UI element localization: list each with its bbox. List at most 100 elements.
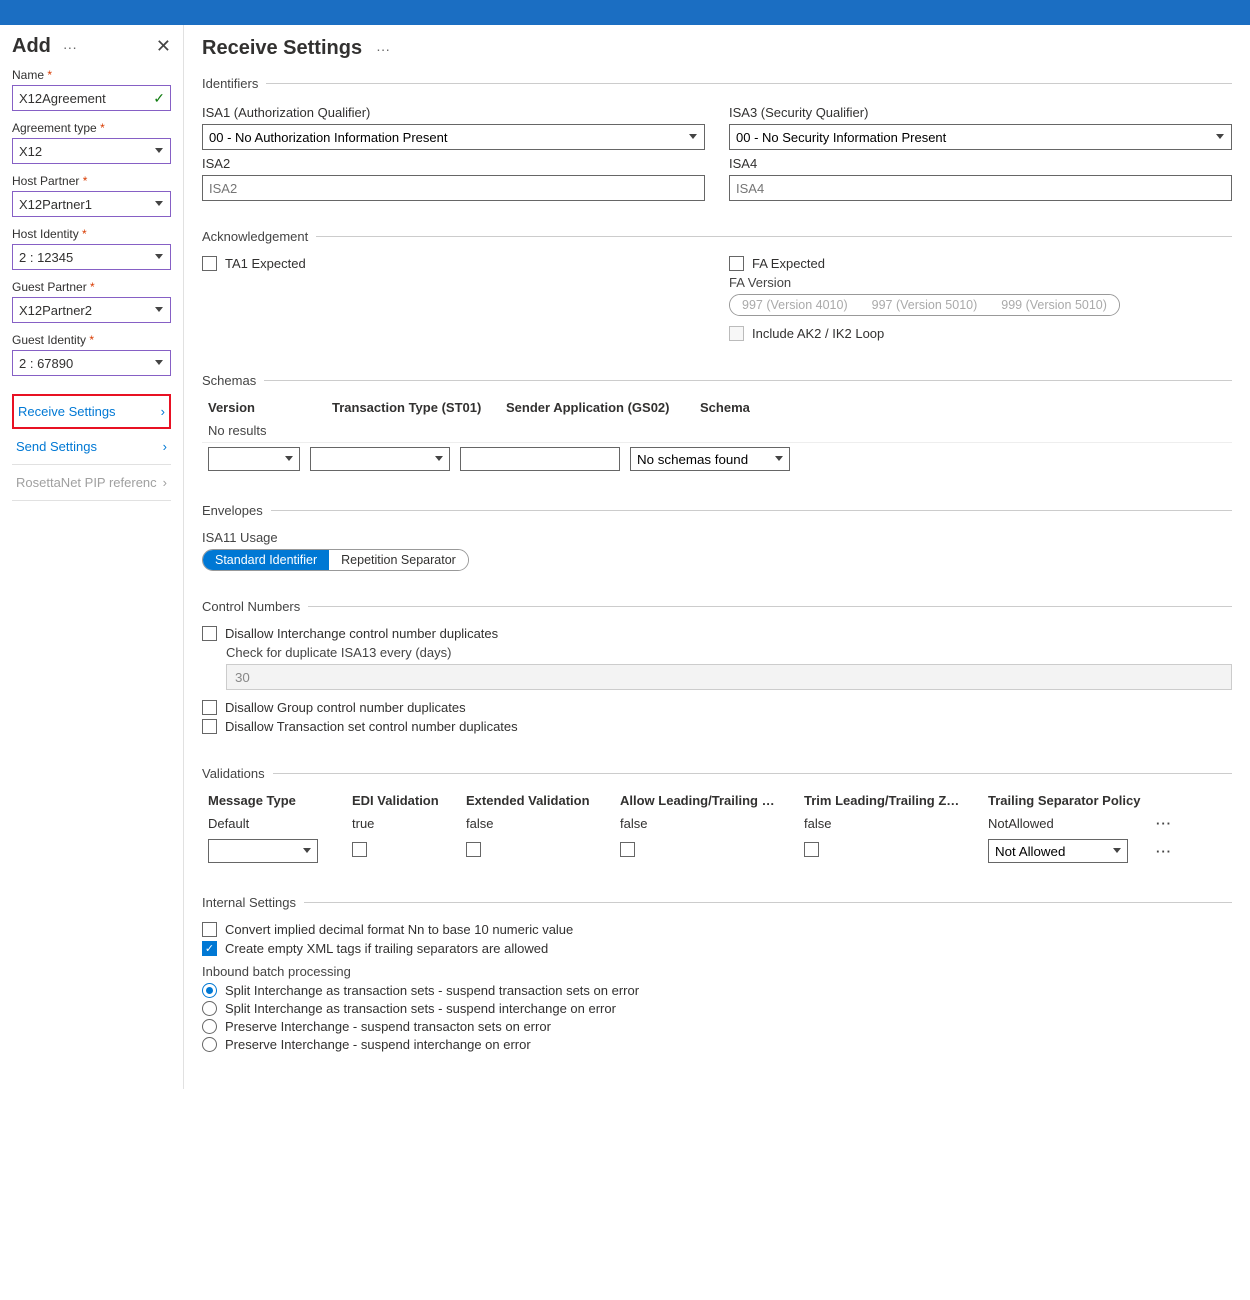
receive-settings-link[interactable]: Receive Settings › (12, 394, 171, 429)
ta1-checkbox[interactable] (202, 256, 217, 271)
add-panel: Add ··· ✕ Name * ✓ Agreement type * X12 … (0, 25, 184, 1089)
isa1-label: ISA1 (Authorization Qualifier) (202, 105, 705, 120)
fa-version-toggle: 997 (Version 4010) 997 (Version 5010) 99… (729, 294, 1120, 316)
disallow-txn-checkbox[interactable] (202, 719, 217, 734)
disallow-group-label: Disallow Group control number duplicates (225, 700, 466, 715)
isa4-input[interactable] (729, 175, 1232, 201)
schema-schema-select[interactable]: No schemas found (630, 447, 790, 471)
host-partner-select[interactable]: X12Partner1 (12, 191, 171, 217)
acknowledgement-section: Acknowledgement TA1 Expected FA Expected… (202, 229, 1232, 359)
schema-version-select[interactable] (208, 447, 300, 471)
send-settings-label: Send Settings (16, 439, 97, 454)
row-lead: false (620, 816, 780, 831)
chevron-right-icon: › (161, 404, 165, 419)
isa3-select[interactable]: 00 - No Security Information Present (729, 124, 1232, 150)
fa-version-4010-997: 997 (Version 4010) (730, 295, 860, 315)
col-ext: Extended Validation (466, 793, 596, 808)
isa11-toggle[interactable]: Standard Identifier Repetition Separator (202, 549, 469, 571)
send-settings-link[interactable]: Send Settings › (12, 429, 171, 465)
row-ext: false (466, 816, 596, 831)
val-trail-select[interactable]: Not Allowed (988, 839, 1128, 863)
batch-opt1-label: Split Interchange as transaction sets - … (225, 983, 639, 998)
isa2-label: ISA2 (202, 156, 705, 171)
convert-decimal-label: Convert implied decimal format Nn to bas… (225, 922, 573, 937)
disallow-group-checkbox[interactable] (202, 700, 217, 715)
schemas-legend: Schemas (202, 373, 264, 388)
isa11-label: ISA11 Usage (202, 530, 1232, 545)
row-trail: NotAllowed (988, 816, 1128, 831)
fa-version-label: FA Version (729, 275, 1232, 290)
row-trim: false (804, 816, 964, 831)
internal-legend: Internal Settings (202, 895, 304, 910)
check-icon: ✓ (153, 90, 165, 107)
batch-opt3-label: Preserve Interchange - suspend transacto… (225, 1019, 551, 1034)
val-msg-select[interactable] (208, 839, 318, 863)
disallow-interchange-label: Disallow Interchange control number dupl… (225, 626, 498, 641)
guest-identity-select[interactable]: 2 : 67890 (12, 350, 171, 376)
row-edi: true (352, 816, 442, 831)
batch-opt4-label: Preserve Interchange - suspend interchan… (225, 1037, 531, 1052)
val-trim-checkbox[interactable] (804, 842, 819, 857)
create-empty-checkbox[interactable]: ✓ (202, 941, 217, 956)
ack-legend: Acknowledgement (202, 229, 316, 244)
more-icon[interactable]: ··· (372, 41, 394, 57)
val-lead-checkbox[interactable] (620, 842, 635, 857)
disallow-interchange-checkbox[interactable] (202, 626, 217, 641)
panel-title: Add (12, 35, 51, 58)
control-numbers-section: Control Numbers Disallow Interchange con… (202, 599, 1232, 752)
validations-legend: Validations (202, 766, 273, 781)
isa3-label: ISA3 (Security Qualifier) (729, 105, 1232, 120)
control-legend: Control Numbers (202, 599, 308, 614)
fa-checkbox[interactable] (729, 256, 744, 271)
batch-opt4-radio[interactable] (202, 1037, 217, 1052)
batch-opt2-radio[interactable] (202, 1001, 217, 1016)
col-txn: Transaction Type (ST01) (332, 400, 482, 415)
schemas-section: Schemas Version Transaction Type (ST01) … (202, 373, 1232, 489)
identifiers-section: Identifiers ISA1 (Authorization Qualifie… (202, 76, 1232, 215)
guest-partner-label: Guest Partner * (12, 280, 171, 294)
fa-version-5010-997: 997 (Version 5010) (860, 295, 990, 315)
val-ext-checkbox[interactable] (466, 842, 481, 857)
host-identity-select[interactable]: 2 : 12345 (12, 244, 171, 270)
envelopes-section: Envelopes ISA11 Usage Standard Identifie… (202, 503, 1232, 585)
convert-decimal-checkbox[interactable] (202, 922, 217, 937)
chevron-right-icon: › (163, 475, 167, 490)
batch-opt1-radio[interactable] (202, 983, 217, 998)
host-partner-label: Host Partner * (12, 174, 171, 188)
close-icon[interactable]: ✕ (156, 36, 171, 57)
isa2-input[interactable] (202, 175, 705, 201)
isa11-repetition[interactable]: Repetition Separator (329, 550, 468, 570)
create-empty-label: Create empty XML tags if trailing separa… (225, 941, 548, 956)
row-actions-icon[interactable]: ··· (1152, 816, 1176, 831)
more-icon[interactable]: ··· (59, 39, 81, 55)
row-actions-icon[interactable]: ··· (1152, 844, 1176, 859)
isa11-standard[interactable]: Standard Identifier (203, 550, 329, 570)
col-msg: Message Type (208, 793, 328, 808)
schema-sender-input[interactable] (460, 447, 620, 471)
isa1-select[interactable]: 00 - No Authorization Information Presen… (202, 124, 705, 150)
guest-identity-label: Guest Identity * (12, 333, 171, 347)
ta1-label: TA1 Expected (225, 256, 306, 271)
row-msg: Default (208, 816, 328, 831)
identifiers-legend: Identifiers (202, 76, 266, 91)
name-input[interactable] (12, 85, 171, 111)
include-ak2-label: Include AK2 / IK2 Loop (752, 326, 884, 341)
fa-label: FA Expected (752, 256, 825, 271)
val-edi-checkbox[interactable] (352, 842, 367, 857)
include-ak2-checkbox (729, 326, 744, 341)
agreement-type-select[interactable]: X12 (12, 138, 171, 164)
host-identity-label: Host Identity * (12, 227, 171, 241)
top-bar (0, 0, 1250, 25)
rosettanet-link[interactable]: RosettaNet PIP referenc › (12, 465, 171, 501)
fa-version-5010-999: 999 (Version 5010) (989, 295, 1119, 315)
col-version: Version (208, 400, 308, 415)
guest-partner-select[interactable]: X12Partner2 (12, 297, 171, 323)
check-dup-input (226, 664, 1232, 690)
batch-opt3-radio[interactable] (202, 1019, 217, 1034)
isa4-label: ISA4 (729, 156, 1232, 171)
schema-txn-select[interactable] (310, 447, 450, 471)
chevron-right-icon: › (163, 439, 167, 454)
col-lead: Allow Leading/Trailing Zeros (620, 793, 780, 808)
rosettanet-label: RosettaNet PIP referenc (16, 475, 157, 490)
receive-settings-label: Receive Settings (18, 404, 116, 419)
